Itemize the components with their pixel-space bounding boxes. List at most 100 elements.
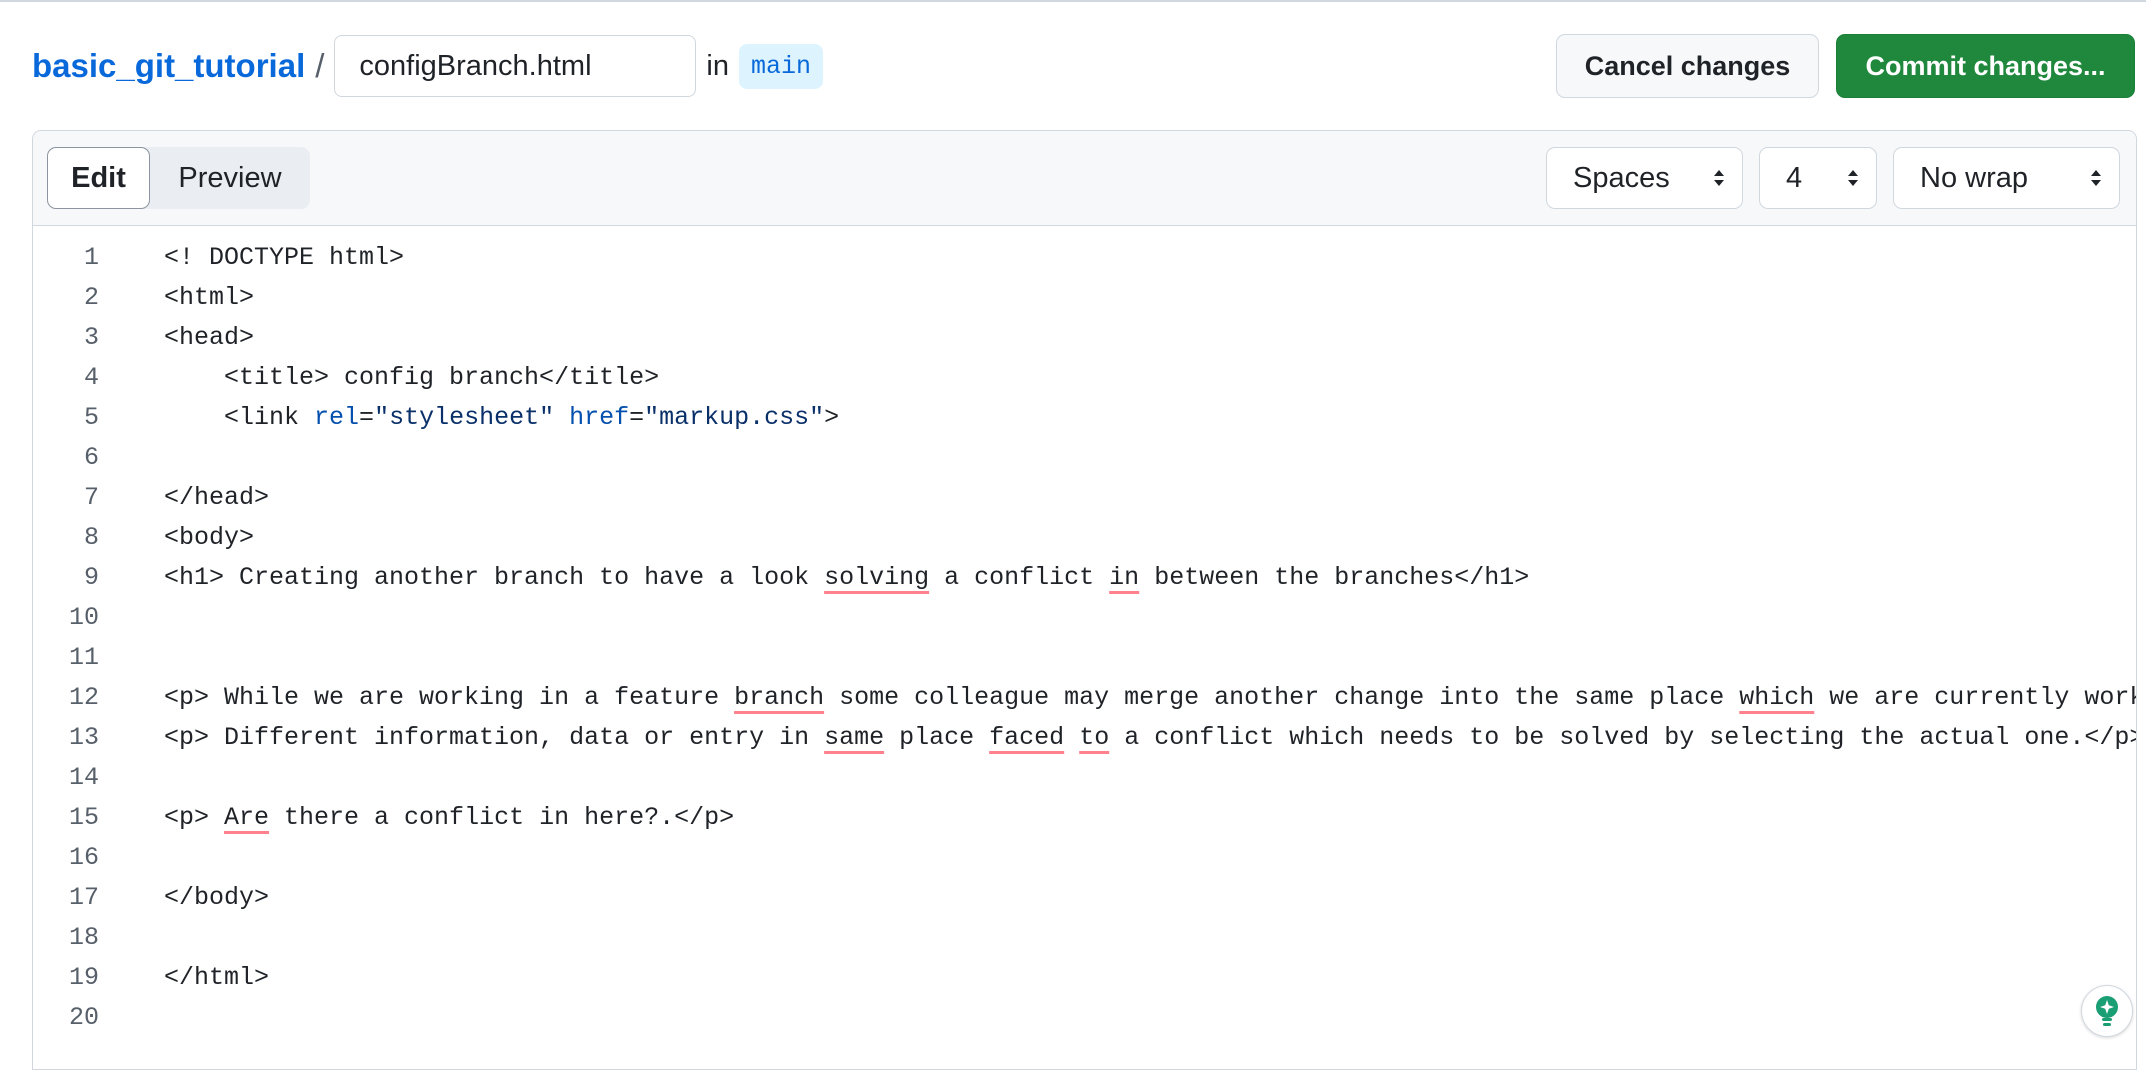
spellcheck-word: solving <box>824 563 930 592</box>
line-content: <html> <box>164 283 255 312</box>
select-caret-icon <box>1848 170 1858 186</box>
code-token: a conflict which needs to be solved by s… <box>1109 723 2137 752</box>
code-token: between the branches</h1> <box>1139 563 1530 592</box>
attr-name: href <box>569 403 630 432</box>
spellcheck-word: to <box>1079 723 1110 752</box>
code-line: 5 <link rel="stylesheet" href="markup.cs… <box>33 398 2136 438</box>
top-border <box>0 0 2146 2</box>
attr-value: "stylesheet" <box>374 403 555 432</box>
code-line: 16 <box>33 838 2136 878</box>
code-token: a conflict <box>929 563 1110 592</box>
line-number: 16 <box>68 843 99 872</box>
code-line: 13 <p> Different information, data or ent… <box>33 718 2136 758</box>
line-number: 2 <box>83 283 99 312</box>
line-content: <p> Different information, data or entry… <box>164 718 2137 758</box>
indent-mode-select[interactable]: Spaces <box>1546 147 1743 209</box>
lightbulb-glyph-icon <box>2096 996 2118 1026</box>
code-token: = <box>629 403 645 432</box>
line-number: 5 <box>83 403 99 432</box>
cancel-changes-button[interactable]: Cancel changes <box>1556 34 1819 98</box>
code-token: some colleague may merge another change … <box>824 683 1740 712</box>
attr-name: rel <box>314 403 360 432</box>
line-number: 15 <box>68 803 99 832</box>
code-line: 9 <h1> Creating another branch to have a … <box>33 558 2136 598</box>
attr-value: "markup.css" <box>644 403 825 432</box>
code-line: 1 <! DOCTYPE html> <box>33 238 2136 278</box>
code-token: <p> <box>164 803 225 832</box>
tab-preview[interactable]: Preview <box>150 147 310 209</box>
commit-changes-button[interactable]: Commit changes... <box>1836 34 2135 98</box>
copilot-lightbulb-icon[interactable] <box>2081 985 2133 1037</box>
indent-mode-value: Spaces <box>1573 161 1670 194</box>
code-line: 4 <title> config branch</title> <box>33 358 2136 398</box>
indent-size-select[interactable]: 4 <box>1759 147 1877 209</box>
code-token: place <box>884 723 990 752</box>
code-token: <p> Different information, data or entry… <box>164 723 825 752</box>
filename-input[interactable] <box>334 35 697 97</box>
indent-size-value: 4 <box>1786 161 1803 194</box>
code-line: 7 </head> <box>33 478 2136 518</box>
editor-toolbar: Edit Preview Spaces 4 No wrap <box>33 131 2136 226</box>
file-path-bar: basic_git_tutorial / in main <box>32 34 823 98</box>
code-token: <h1> Creating another branch to have a l… <box>164 563 825 592</box>
in-label: in <box>706 49 729 82</box>
code-line: 11 <box>33 638 2136 678</box>
wrap-mode-select[interactable]: No wrap <box>1893 147 2120 209</box>
line-number: 14 <box>68 763 99 792</box>
line-number: 13 <box>68 723 99 752</box>
line-number: 8 <box>83 523 99 552</box>
line-content: <body> <box>164 523 255 552</box>
line-content: </head> <box>164 483 270 512</box>
line-number: 7 <box>83 483 99 512</box>
code-token: > <box>824 403 840 432</box>
line-content: <! DOCTYPE html> <box>164 243 405 272</box>
line-number: 19 <box>68 963 99 992</box>
line-content: <link rel="stylesheet" href="markup.css"… <box>164 398 839 438</box>
code-token: we are currently working.< <box>1829 683 2136 712</box>
code-line: 6 <box>33 438 2136 478</box>
code-area[interactable]: 1 <! DOCTYPE html> 2 <html> 3 <head> 4 <tit… <box>33 226 2136 1069</box>
code-line: 12 <p> While we are working in a feature … <box>33 678 2136 718</box>
line-number: 1 <box>83 243 99 272</box>
line-number: 9 <box>83 563 99 592</box>
line-content: <title> config branch</title> <box>164 363 660 392</box>
path-separator: / <box>315 47 325 84</box>
line-number: 12 <box>68 683 99 712</box>
line-number: 3 <box>83 323 99 352</box>
spellcheck-word: in <box>1109 563 1140 592</box>
spellcheck-word: branch <box>734 683 825 712</box>
editor-tabs: Edit Preview <box>47 147 310 209</box>
code-line: 19 </html> <box>33 958 2136 998</box>
code-line: 17 </body> <box>33 878 2136 918</box>
line-content: <h1> Creating another branch to have a l… <box>164 558 1529 598</box>
code-line: 14 <box>33 758 2136 798</box>
spellcheck-word: which <box>1739 683 1815 712</box>
branch-badge: main <box>738 43 823 89</box>
line-number: 17 <box>68 883 99 912</box>
line-content: </html> <box>164 963 270 992</box>
code-token: there a conflict in here?.</p> <box>269 803 735 832</box>
code-token: = <box>359 403 375 432</box>
select-caret-icon <box>2091 170 2101 186</box>
line-number: 20 <box>68 1003 99 1032</box>
repo-link[interactable]: basic_git_tutorial <box>32 47 305 85</box>
line-number: 18 <box>68 923 99 952</box>
line-number: 11 <box>68 643 99 672</box>
code-token: <p> While we are working in a feature <box>164 683 735 712</box>
line-number: 4 <box>83 363 99 392</box>
code-token: <link <box>164 403 315 432</box>
select-caret-icon <box>1714 170 1724 186</box>
line-number: 10 <box>68 603 99 632</box>
code-line: 10 <box>33 598 2136 638</box>
line-content: <p> Are there a conflict in here?.</p> <box>164 798 734 838</box>
code-line: 3 <head> <box>33 318 2136 358</box>
code-line: 15 <p> Are there a conflict in here?.</p> <box>33 798 2136 838</box>
code-editor: Edit Preview Spaces 4 No wrap 1 <! DOCTYP… <box>32 130 2137 1070</box>
spellcheck-word: Are <box>224 803 270 832</box>
tab-edit[interactable]: Edit <box>47 147 150 209</box>
spellcheck-word: same <box>824 723 885 752</box>
line-content: </body> <box>164 883 270 912</box>
code-line: 18 <box>33 918 2136 958</box>
